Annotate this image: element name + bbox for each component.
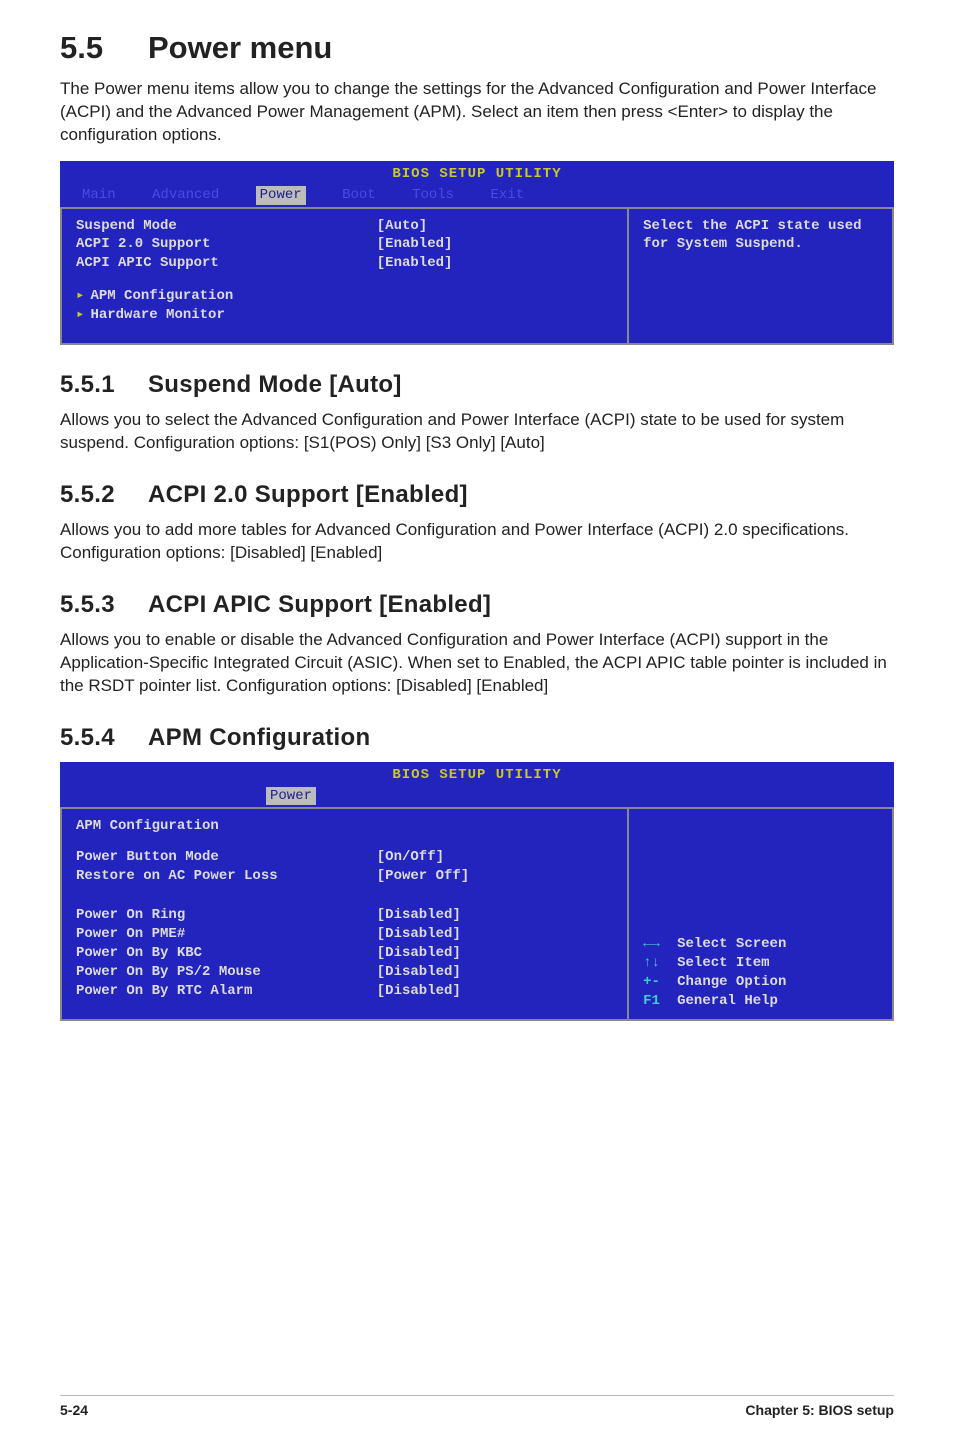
bios-nav-key: ↑↓ xyxy=(643,954,677,973)
bios-nav-pane: ←→Select Screen ↑↓Select Item +-Change O… xyxy=(627,807,894,1020)
bios-row: ACPI 2.0 Support [Enabled] xyxy=(76,235,613,254)
bios-row-value: [Power Off] xyxy=(377,867,469,886)
bios-row-value: [Enabled] xyxy=(377,254,453,273)
bios-tab-bar: Main Advanced Power Boot Tools Exit xyxy=(60,186,894,207)
bios-row: ACPI APIC Support [Enabled] xyxy=(76,254,613,273)
bios-row-label: Restore on AC Power Loss xyxy=(76,867,377,886)
bios-row: Restore on AC Power Loss [Power Off] xyxy=(76,867,613,886)
bios-header: BIOS SETUP UTILITY xyxy=(60,762,894,787)
bios-row-label: ACPI 2.0 Support xyxy=(76,235,377,254)
subsection-title: ACPI 2.0 Support [Enabled] xyxy=(148,481,468,508)
bios-nav-label: Change Option xyxy=(677,974,786,990)
bios-tab-main: Main xyxy=(82,186,116,205)
bios-row-value: [Disabled] xyxy=(377,963,461,982)
bios-tab-boot: Boot xyxy=(342,186,376,205)
bios-screenshot-power-menu: BIOS SETUP UTILITY Main Advanced Power B… xyxy=(60,161,894,345)
bios-row-label: Power On By PS/2 Mouse xyxy=(76,963,377,982)
heading-text: Power menu xyxy=(148,30,332,65)
subsection-body: Allows you to add more tables for Advanc… xyxy=(60,519,894,565)
bios-nav-row: ↑↓Select Item xyxy=(643,954,878,973)
subsection-title: APM Configuration xyxy=(148,724,370,751)
bios-nav-label: General Help xyxy=(677,993,778,1009)
bios-nav-key: F1 xyxy=(643,992,677,1011)
subsection-heading: 5.5.2ACPI 2.0 Support [Enabled] xyxy=(60,481,894,509)
subsection-number: 5.5.2 xyxy=(60,481,148,509)
intro-paragraph: The Power menu items allow you to change… xyxy=(60,78,894,147)
bios-row-value: [Disabled] xyxy=(377,925,461,944)
subsection-number: 5.5.4 xyxy=(60,724,148,752)
bios-nav-label: Select Screen xyxy=(677,936,786,952)
bios-row: Power On Ring [Disabled] xyxy=(76,906,613,925)
bios-row-label: ACPI APIC Support xyxy=(76,254,377,273)
bios-row: Suspend Mode [Auto] xyxy=(76,217,613,236)
page-footer: 5-24 Chapter 5: BIOS setup xyxy=(60,1395,894,1418)
subsection-heading: 5.5.4APM Configuration xyxy=(60,724,894,752)
bios-row-value: [Enabled] xyxy=(377,235,453,254)
bios-row-label: Power On By KBC xyxy=(76,944,377,963)
bios-nav-key: +- xyxy=(643,973,677,992)
bios-tab-tools: Tools xyxy=(412,186,454,205)
bios-left-pane: APM Configuration Power Button Mode [On/… xyxy=(60,807,627,1020)
bios-nav-key: ←→ xyxy=(643,935,677,954)
bios-tab-advanced: Advanced xyxy=(152,186,219,205)
bios-row-label: Power On Ring xyxy=(76,906,377,925)
subsection-body: Allows you to select the Advanced Config… xyxy=(60,409,894,455)
bios-nav-row: ←→Select Screen xyxy=(643,935,878,954)
subsection-title: ACPI APIC Support [Enabled] xyxy=(148,591,491,618)
bios-help-pane: Select the ACPI state used for System Su… xyxy=(627,207,894,345)
bios-tab-power: Power xyxy=(266,787,316,806)
bios-row: Power Button Mode [On/Off] xyxy=(76,848,613,867)
bios-row: Power On By PS/2 Mouse [Disabled] xyxy=(76,963,613,982)
subsection-number: 5.5.1 xyxy=(60,371,148,399)
bios-body: Suspend Mode [Auto] ACPI 2.0 Support [En… xyxy=(60,207,894,345)
section-heading: 5.5Power menu xyxy=(60,30,894,66)
bios-left-pane: Suspend Mode [Auto] ACPI 2.0 Support [En… xyxy=(60,207,627,345)
bios-tab-exit: Exit xyxy=(491,186,525,205)
bios-row-label: Power On By RTC Alarm xyxy=(76,982,377,1001)
bios-row: Power On PME# [Disabled] xyxy=(76,925,613,944)
bios-tab-power: Power xyxy=(256,186,306,205)
bios-pane-title: APM Configuration xyxy=(76,817,613,836)
bios-header: BIOS SETUP UTILITY xyxy=(60,161,894,186)
bios-row-value: [On/Off] xyxy=(377,848,444,867)
bios-row-value: [Auto] xyxy=(377,217,427,236)
bios-nav-label: Select Item xyxy=(677,955,769,971)
page-number: 5-24 xyxy=(60,1402,88,1418)
bios-screenshot-apm-config: BIOS SETUP UTILITY Power APM Configurati… xyxy=(60,762,894,1021)
subsection-heading: 5.5.1Suspend Mode [Auto] xyxy=(60,371,894,399)
bios-row-value: [Disabled] xyxy=(377,944,461,963)
bios-row: Power On By RTC Alarm [Disabled] xyxy=(76,982,613,1001)
subsection-heading: 5.5.3ACPI APIC Support [Enabled] xyxy=(60,591,894,619)
bios-help-text: Select the ACPI state used for System Su… xyxy=(643,217,878,255)
bios-body: APM Configuration Power Button Mode [On/… xyxy=(60,807,894,1020)
subsection-number: 5.5.3 xyxy=(60,591,148,619)
chapter-label: Chapter 5: BIOS setup xyxy=(745,1402,894,1418)
bios-row-label: Power On PME# xyxy=(76,925,377,944)
bios-row-value: [Disabled] xyxy=(377,982,461,1001)
bios-nav-row: F1General Help xyxy=(643,992,878,1011)
subsection-body: Allows you to enable or disable the Adva… xyxy=(60,629,894,698)
bios-submenu: Hardware Monitor xyxy=(76,306,613,325)
bios-tab-bar: Power xyxy=(60,787,894,808)
bios-row-label: Suspend Mode xyxy=(76,217,377,236)
bios-row-label: Power Button Mode xyxy=(76,848,377,867)
heading-number: 5.5 xyxy=(60,30,148,66)
subsection-title: Suspend Mode [Auto] xyxy=(148,371,402,398)
bios-submenu: APM Configuration xyxy=(76,287,613,306)
bios-row: Power On By KBC [Disabled] xyxy=(76,944,613,963)
bios-row-value: [Disabled] xyxy=(377,906,461,925)
bios-nav-row: +-Change Option xyxy=(643,973,878,992)
